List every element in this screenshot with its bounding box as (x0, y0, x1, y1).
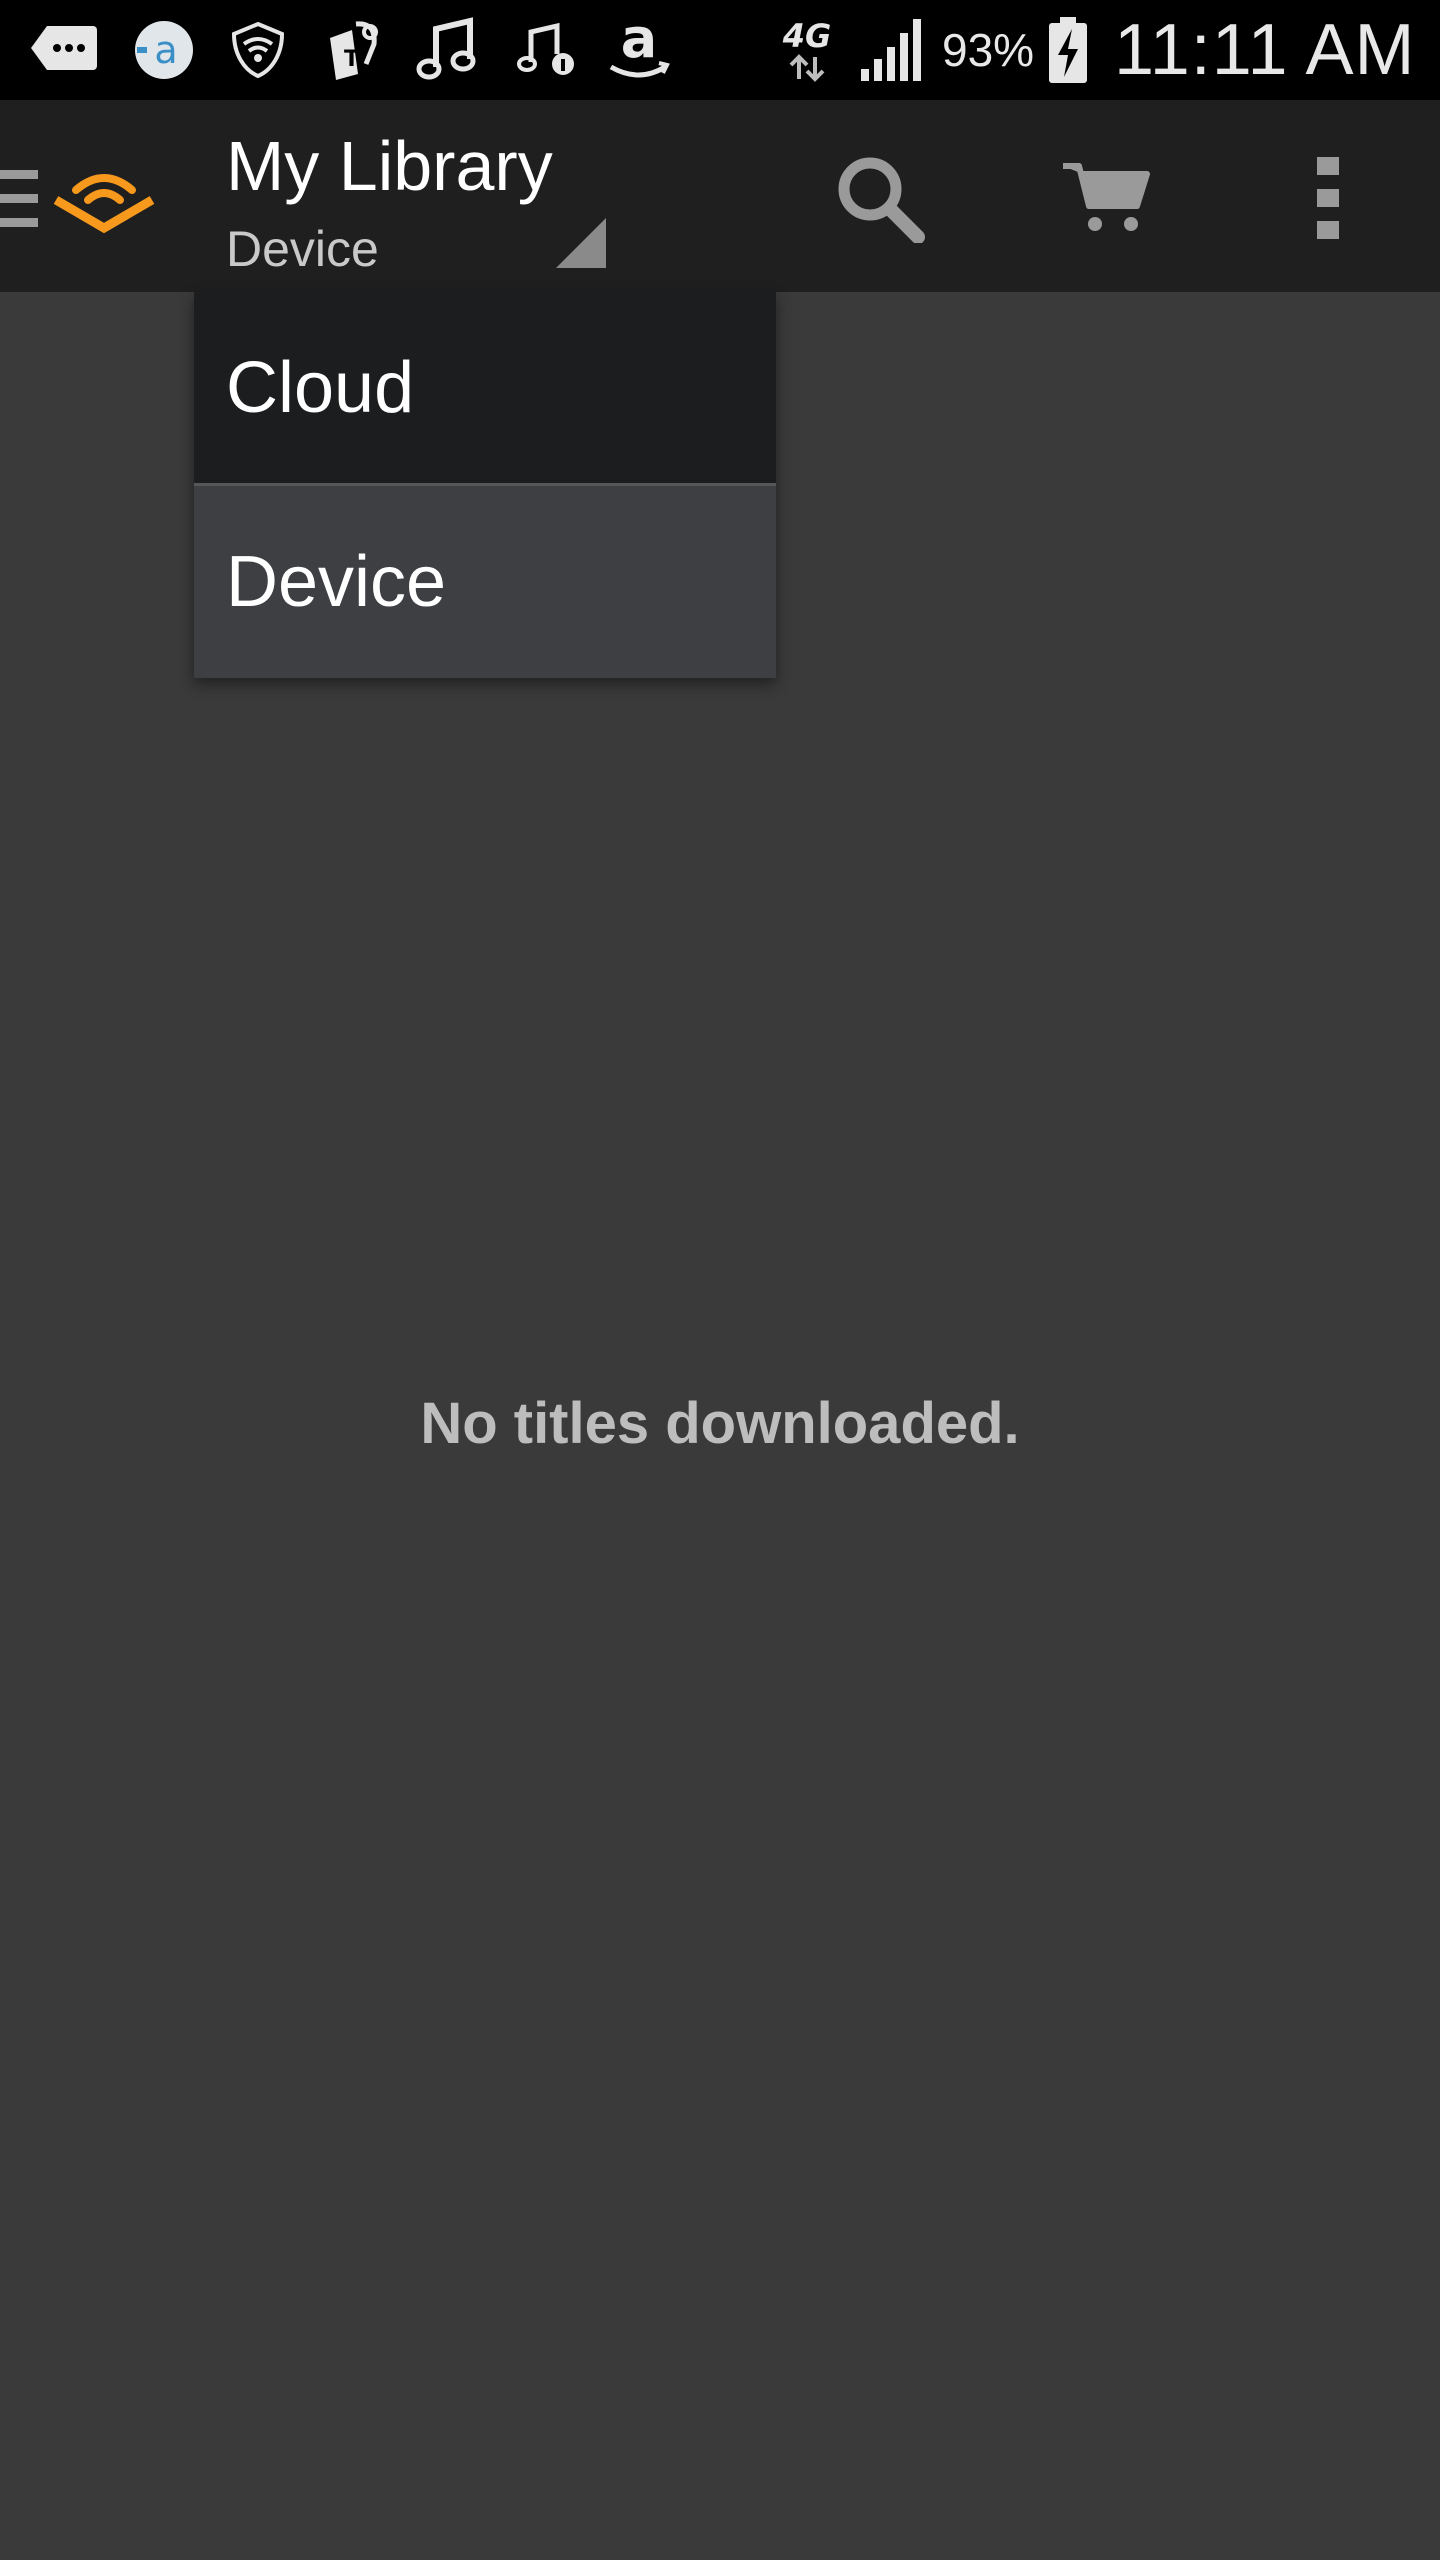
dropdown-item-cloud[interactable]: Cloud (194, 292, 776, 486)
svg-text:a: a (621, 17, 657, 70)
audible-logo-icon[interactable] (52, 156, 156, 236)
battery-percentage: 93% (942, 24, 1035, 76)
search-button[interactable] (830, 148, 930, 248)
menu-icon[interactable] (0, 166, 40, 230)
app-bar: My Library Device (0, 100, 1440, 292)
cart-button[interactable] (1056, 148, 1156, 248)
library-source-dropdown: Cloud Device (194, 292, 776, 678)
clock: 11:11 AM (1114, 10, 1416, 90)
signal-icon (856, 14, 928, 86)
messages-icon (28, 14, 100, 86)
network-label: 4G (782, 17, 832, 55)
overflow-menu-icon (1317, 157, 1339, 239)
page-title: My Library (226, 127, 553, 205)
empty-state-message: No titles downloaded. (420, 1391, 1020, 1456)
amazon-icon: a (604, 14, 674, 86)
audible-app-icon: a (128, 14, 200, 86)
tmobile-icon: T (320, 14, 386, 86)
battery-charging-icon (1044, 14, 1092, 86)
dropdown-item-device[interactable]: Device (194, 486, 776, 678)
network-4g-icon: 4G (776, 14, 838, 86)
overflow-menu-button[interactable] (1278, 148, 1378, 248)
music-icon (414, 14, 480, 86)
wifi-shield-icon (226, 14, 290, 86)
page-subtitle: Device (226, 221, 379, 277)
music-info-icon (514, 14, 580, 86)
dropdown-indicator-icon[interactable] (556, 218, 606, 268)
svg-text:T: T (344, 47, 359, 72)
svg-text:a: a (154, 28, 177, 72)
status-bar: a T a 4G 93% 11:11 AM (0, 0, 1440, 100)
search-icon (838, 157, 925, 243)
cart-icon (1063, 163, 1150, 231)
